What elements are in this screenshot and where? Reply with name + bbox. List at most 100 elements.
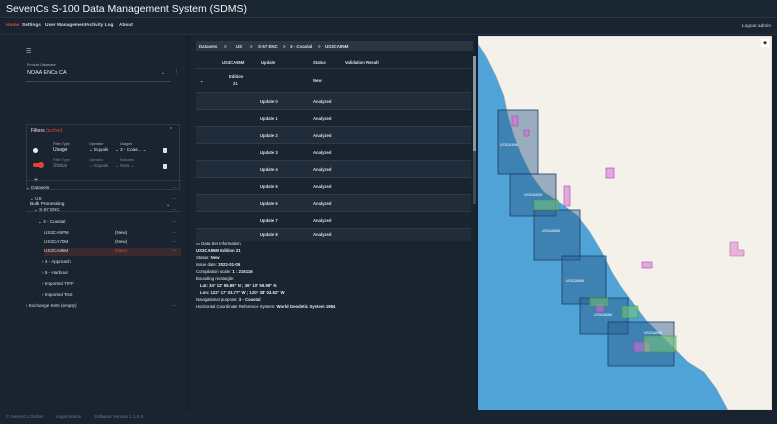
filter2-operator[interactable]: ⌄ Equals [89, 163, 108, 169]
row-status: Analyzed [313, 99, 332, 104]
dataset-panel: Datasets > US > S-57 ENC > 3 - Coastal >… [191, 36, 476, 410]
grid-header-cell: US3CA85M [222, 60, 245, 65]
sidebar: ☰ Product Database NOAA ENCs CA ⌄ ⋮ Filt… [0, 36, 186, 410]
menu-toggle-icon[interactable]: ☰ [26, 48, 34, 55]
table-row[interactable]: Update 5 Analyzed [196, 177, 471, 194]
more-icon[interactable]: ⋯ [172, 185, 177, 191]
tree-cell-selected[interactable]: US3CA85M [44, 248, 181, 256]
tree-harbour[interactable]: › 5 - Harbour [42, 270, 181, 278]
table-row[interactable]: Update 4 Analyzed [196, 160, 471, 177]
tree-coastal[interactable]: ⌄ 3 - Coastal [38, 219, 181, 227]
trash-icon[interactable] [163, 148, 167, 153]
filter1-type-label: Filter Type [53, 142, 70, 146]
grid-header-update: Update [261, 60, 276, 65]
row-status: Analyzed [313, 201, 332, 206]
row-update: Update 0 [260, 99, 278, 104]
filter1-usages[interactable]: ⌄ 3 - Coas... ⌄ [115, 147, 146, 153]
tree-datasets[interactable]: ⌄ Datasets [26, 185, 181, 193]
more-icon[interactable]: ⋯ [172, 239, 177, 245]
more-icon[interactable]: ⋯ [172, 230, 177, 236]
table-row[interactable]: Update 1 Analyzed [196, 109, 471, 126]
map-cell [533, 209, 581, 261]
map-canvas[interactable]: US3CA10M US3CA50M US3CA85M US3CA65M US3C… [478, 36, 772, 410]
table-row[interactable]: Update 2 Analyzed [196, 126, 471, 143]
tree-s57-enc[interactable]: ⌄ S-57 ENC [34, 207, 181, 215]
table-row[interactable]: Update 7 Analyzed [196, 211, 471, 228]
filter1-type[interactable]: Usage [53, 147, 67, 153]
more-icon[interactable]: ⋯ [172, 303, 177, 309]
layers-icon[interactable]: ◆ [761, 39, 769, 47]
divider [26, 180, 181, 181]
row-update: Update 8 [260, 232, 278, 237]
cell-status: (New) [115, 248, 128, 253]
filter2-statuses[interactable]: ⌄ New ⌄ [115, 163, 134, 169]
map-approach [589, 297, 609, 307]
chevron-up-icon[interactable]: ⌃ [169, 127, 173, 133]
breadcrumb-sep: > [283, 43, 286, 49]
row-update: Update 6 [260, 201, 278, 206]
menu-activity-log[interactable]: Activity Log [86, 23, 113, 28]
row-status: Analyzed [313, 167, 332, 172]
map-label: US3CA68M [594, 313, 612, 317]
tree-approach[interactable]: › 4 - Approach [42, 259, 181, 267]
table-row[interactable]: Update 0 Analyzed [196, 92, 471, 109]
table-row[interactable]: Update 8 Analyzed [196, 228, 471, 241]
map-harbour [523, 129, 530, 137]
chart-map[interactable]: US3CA10M US3CA50M US3CA85M US3CA65M US3C… [478, 36, 772, 410]
filters-title[interactable]: Filters (active) [31, 128, 62, 134]
updates-grid: US3CA85M Update Status Validation Result… [196, 56, 471, 241]
map-harbour [641, 261, 653, 269]
edition-row[interactable]: ⌄ Edition 21 New [196, 68, 471, 92]
menu-bar: Home Settings User Management Activity L… [0, 19, 777, 35]
tree-exchange-sets[interactable]: › Exchange Sets (empty) [26, 303, 181, 311]
breadcrumb-coastal[interactable]: 3 - Coastal [290, 44, 312, 49]
footer-copyright: © SevenCs GmbH [6, 414, 44, 419]
more-icon[interactable]: ⋯ [172, 219, 177, 225]
info-scale: Compilation scale: 1 : 216116 [196, 269, 253, 274]
more-icon[interactable]: ⋯ [172, 248, 177, 254]
table-row[interactable]: Update 3 Analyzed [196, 143, 471, 160]
logout-button[interactable]: Logout admin [742, 24, 771, 29]
tree-cell[interactable]: US3CA5PM [44, 230, 181, 238]
tree-imported-tiff[interactable]: › Imported TIFF [42, 281, 181, 289]
row-status: Analyzed [313, 184, 332, 189]
edition-status: New [313, 78, 322, 83]
kebab-menu-icon[interactable]: ⋮ [174, 69, 179, 75]
row-update: Update 5 [260, 184, 278, 189]
tree-imported-text[interactable]: › Imported Text [42, 292, 181, 300]
breadcrumb-cell[interactable]: US3CA85M [325, 44, 348, 49]
edition-number: 21 [233, 81, 238, 86]
breadcrumb-sep: > [224, 43, 227, 49]
more-icon[interactable]: ⋯ [172, 207, 177, 213]
filter2-toggle[interactable] [33, 162, 44, 168]
map-label: US3CA10M [500, 143, 518, 147]
menu-user-management[interactable]: User Management [45, 23, 86, 28]
map-approach [643, 335, 677, 353]
menu-home[interactable]: Home [6, 23, 19, 28]
filter2-type[interactable]: Status [53, 163, 67, 169]
footer-legal-link[interactable]: Legal Notice [56, 414, 81, 419]
chevron-down-icon[interactable]: ⌄ [161, 70, 165, 76]
breadcrumb: Datasets > US > S-57 ENC > 3 - Coastal >… [196, 41, 473, 51]
breadcrumb-s57[interactable]: S-57 ENC [258, 44, 278, 49]
tree-us[interactable]: ⌄ US [30, 196, 181, 204]
breadcrumb-us[interactable]: US [236, 44, 242, 49]
menu-settings[interactable]: Settings [22, 23, 41, 28]
menu-about[interactable]: About [119, 23, 133, 28]
trash-icon[interactable] [163, 164, 167, 169]
breadcrumb-datasets[interactable]: Datasets [199, 44, 217, 49]
filter1-radio[interactable] [33, 148, 38, 153]
chevron-down-icon[interactable]: ⌄ [200, 78, 204, 83]
product-db-select[interactable]: NOAA ENCs CA [27, 70, 67, 76]
tree-cell[interactable]: US3CA70M [44, 239, 181, 247]
filter1-operator[interactable]: ⌄ Equals [89, 147, 108, 153]
app-title: SevenCs S-100 Data Management System (SD… [6, 3, 248, 15]
info-edition: US3CA85M Edition 21 [196, 248, 241, 253]
info-lon: Lon: 122° 17' 03.77" W ; 120° 38' 03.52"… [200, 290, 285, 295]
more-icon[interactable]: ⋯ [172, 196, 177, 202]
table-row[interactable]: Update 6 Analyzed [196, 194, 471, 211]
filter2-statuses-label: Statuses [120, 158, 134, 162]
grid-scrollbar-thumb[interactable] [473, 56, 476, 151]
footer: © SevenCs GmbH Legal Notice Software Ver… [0, 410, 777, 424]
row-update: Update 4 [260, 167, 278, 172]
